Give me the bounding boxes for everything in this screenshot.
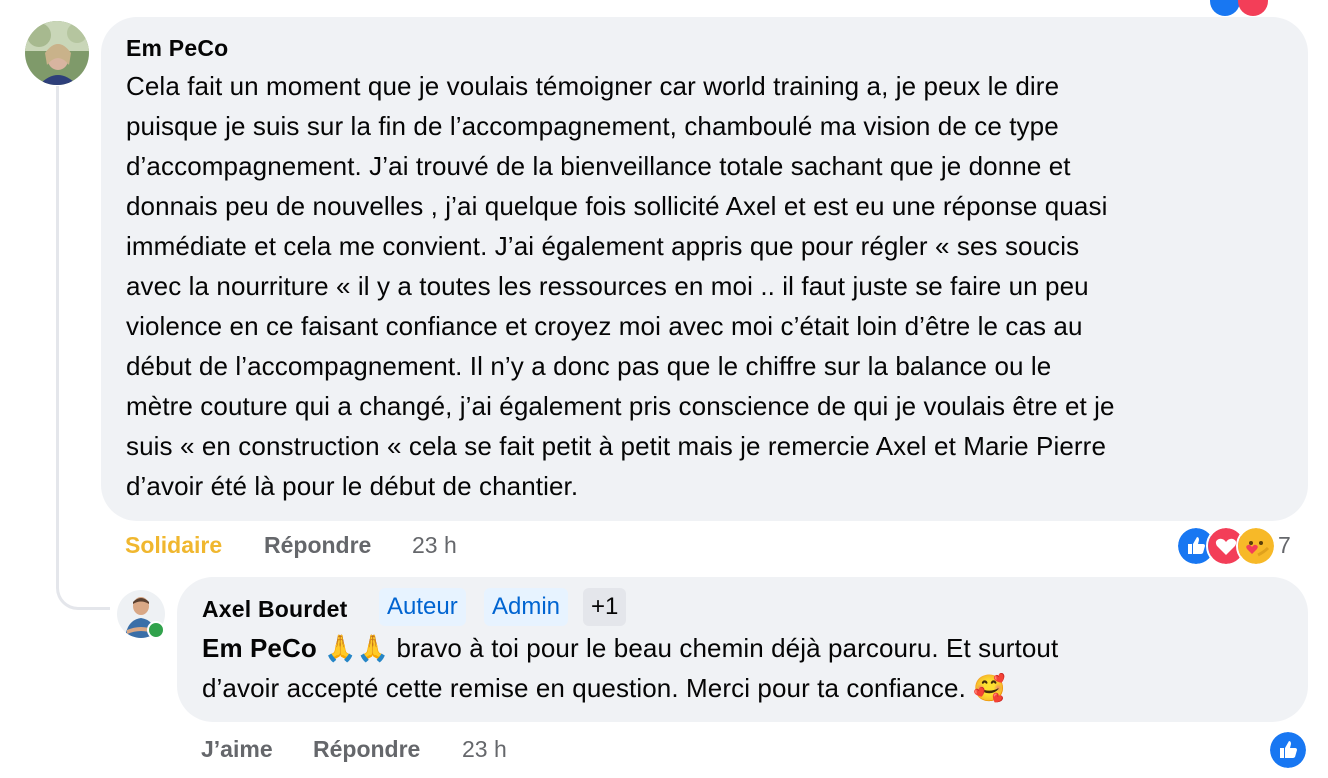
reply-button[interactable]: Répondre <box>313 736 420 763</box>
reaction-solidaire-button[interactable]: Solidaire <box>125 532 222 559</box>
care-icon <box>1236 526 1276 566</box>
admin-badge[interactable]: Admin <box>484 588 569 626</box>
reply-line: Em PeCo 🙏🙏 bravo à toi pour le beau chem… <box>202 628 1058 668</box>
avatar[interactable] <box>25 21 89 85</box>
reply-line-text: d’avoir accepté cette remise en question… <box>202 673 974 703</box>
comment-line: suis « en construction « cela se fait pe… <box>126 431 1107 461</box>
comment-line: début de l’accompagnement. Il n’y a donc… <box>126 351 1052 381</box>
comment-line: violence en ce faisant confiance et croy… <box>126 311 1083 341</box>
comment-line: Cela fait un moment que je voulais témoi… <box>126 71 1060 101</box>
like-button[interactable]: J’aime <box>201 736 273 763</box>
reply-line-text: bravo à toi pour le beau chemin déjà par… <box>389 633 1059 663</box>
reply-timestamp[interactable]: 23 h <box>462 736 507 763</box>
online-status-indicator <box>147 621 165 639</box>
love-icon <box>1238 0 1268 16</box>
reply-text: Em PeCo 🙏🙏 bravo à toi pour le beau chem… <box>202 628 1058 708</box>
reply-button[interactable]: Répondre <box>264 532 371 559</box>
reply-line: d’avoir accepté cette remise en question… <box>202 668 1058 708</box>
pray-emoji: 🙏🙏 <box>324 633 390 663</box>
reply-bubble: Axel Bourdet Auteur Admin +1 Em PeCo 🙏🙏 … <box>177 577 1308 722</box>
comment-line: avec la nourriture « il y a toutes les r… <box>126 271 1089 301</box>
author-badge[interactable]: Auteur <box>379 588 466 626</box>
reactions-summary[interactable]: 7 <box>1176 526 1291 566</box>
comment-line: puisque je suis sur la fin de l’accompag… <box>126 111 1059 141</box>
mention-link[interactable]: Em PeCo <box>202 633 317 663</box>
like-icon <box>1210 0 1240 16</box>
comment-author[interactable]: Em PeCo <box>126 35 228 62</box>
comment-line: d’accompagnement. J’ai trouvé de la bien… <box>126 151 1071 181</box>
comment-line: d’avoir été là pour le début de chantier… <box>126 471 579 501</box>
reply-author[interactable]: Axel Bourdet <box>202 596 348 623</box>
comment-line: donnais peu de nouvelles , j’ai quelque … <box>126 191 1108 221</box>
comment-line: immédiate et cela me convient. J’ai égal… <box>126 231 1080 261</box>
comment-text: Cela fait un moment que je voulais témoi… <box>126 66 1115 506</box>
reaction-count: 7 <box>1278 532 1291 558</box>
comment-bubble: Em PeCo Cela fait un moment que je voula… <box>101 17 1308 521</box>
comment-timestamp[interactable]: 23 h <box>412 532 457 559</box>
like-icon[interactable] <box>1268 730 1308 770</box>
more-badges[interactable]: +1 <box>583 588 627 626</box>
smiling-hearts-emoji: 🥰 <box>973 673 1006 703</box>
comment-line: mètre couture qui a changé, j’ai égaleme… <box>126 391 1115 421</box>
